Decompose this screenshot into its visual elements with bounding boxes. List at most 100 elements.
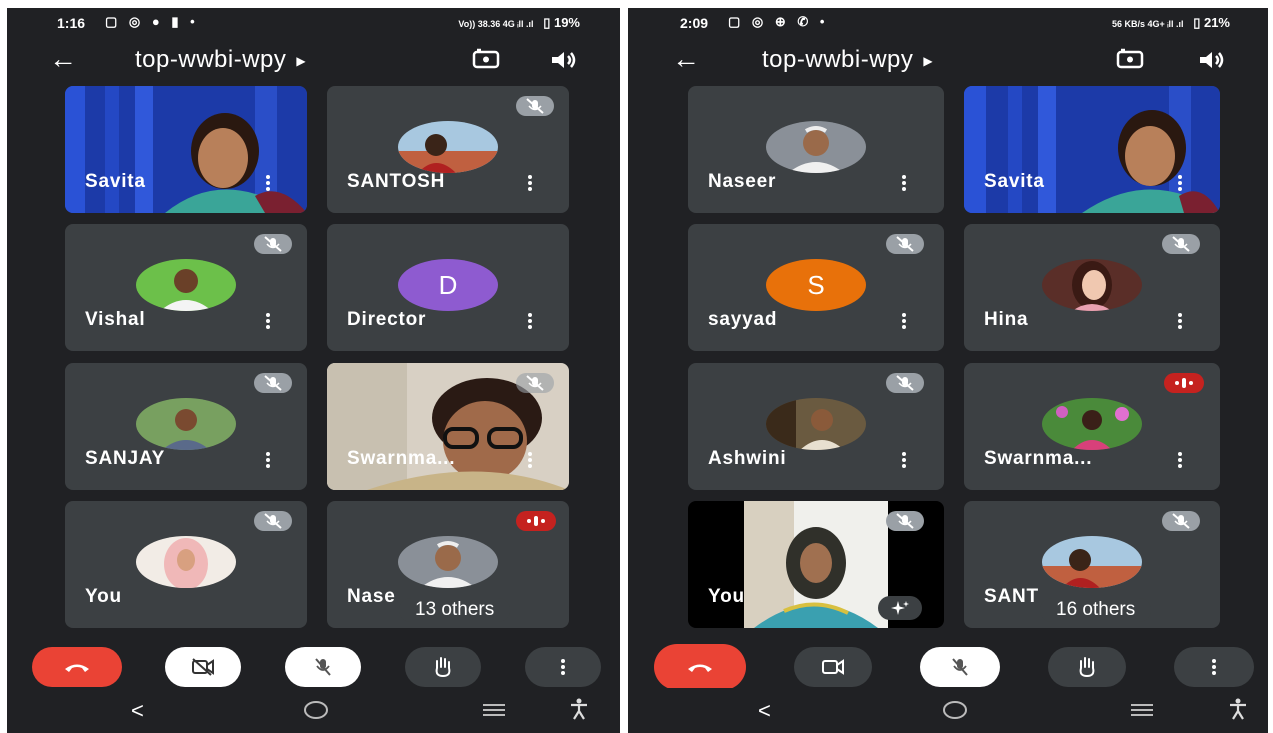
- android-nav-bar: <: [7, 688, 620, 733]
- more-vert-icon[interactable]: [266, 313, 270, 329]
- raise-hand-button[interactable]: [1048, 647, 1126, 687]
- end-call-button[interactable]: [654, 644, 746, 690]
- camera-switch-icon[interactable]: [471, 48, 501, 70]
- caret-right-icon: ▶: [923, 53, 934, 68]
- participant-name: You: [85, 586, 122, 607]
- camera-switch-icon[interactable]: [1115, 48, 1145, 70]
- participant-tile-naseer[interactable]: Naseer: [688, 86, 944, 213]
- battery-icon: ▯: [543, 15, 551, 30]
- nav-recents-icon[interactable]: [481, 702, 507, 718]
- speaker-icon[interactable]: [1198, 50, 1226, 70]
- participant-tile-sanjay[interactable]: SANJAY: [65, 363, 307, 490]
- more-vert-icon[interactable]: [902, 175, 906, 191]
- avatar: [1042, 536, 1142, 588]
- mic-toggle-button[interactable]: [920, 647, 1000, 687]
- mic-off-icon: [886, 373, 924, 393]
- mic-off-icon: [254, 234, 292, 254]
- participant-tile-you[interactable]: You: [688, 501, 944, 628]
- participant-tile-sayyad[interactable]: S sayyad: [688, 224, 944, 351]
- meeting-title-text: top-wwbi-wpy: [762, 46, 914, 73]
- meeting-title[interactable]: top-wwbi-wpy ▶: [762, 46, 933, 74]
- participant-name: Ashwini: [708, 448, 787, 469]
- more-vert-icon: [1212, 659, 1216, 675]
- participant-tile-swarnma[interactable]: Swarnma...: [964, 363, 1220, 490]
- avatar: [136, 398, 236, 450]
- mic-off-icon: [1162, 234, 1200, 254]
- nav-home-icon[interactable]: [942, 700, 968, 720]
- more-vert-icon[interactable]: [902, 313, 906, 329]
- participant-tile-savita[interactable]: Savita: [964, 86, 1220, 213]
- video-feed-savita: [964, 86, 1220, 213]
- mic-off-icon: [516, 96, 554, 116]
- meeting-title-text: top-wwbi-wpy: [135, 46, 287, 73]
- meeting-header: ← top-wwbi-wpy ▶: [7, 44, 620, 80]
- participant-name: SANTOSH: [347, 171, 446, 192]
- more-vert-icon[interactable]: [1178, 313, 1182, 329]
- mic-toggle-button[interactable]: [285, 647, 361, 687]
- mic-off-icon: [886, 234, 924, 254]
- more-options-button[interactable]: [1174, 647, 1254, 687]
- participant-tile-ashwini[interactable]: Ashwini: [688, 363, 944, 490]
- participant-tile-vishal[interactable]: Vishal: [65, 224, 307, 351]
- camera-off-icon: [192, 658, 214, 676]
- status-bar: 1:16 ▢ ◎ ● ▮ • Vo)) 38.36 4G ᵢll .ıl ▯ 1…: [7, 8, 620, 36]
- back-arrow-icon[interactable]: ←: [672, 44, 700, 74]
- meeting-title[interactable]: top-wwbi-wpy ▶: [135, 46, 306, 74]
- participant-tile-santosh[interactable]: SANTOSH: [327, 86, 569, 213]
- more-vert-icon[interactable]: [1178, 175, 1182, 191]
- more-vert-icon[interactable]: [528, 313, 532, 329]
- nav-home-icon[interactable]: [303, 700, 329, 720]
- status-time: 2:09: [680, 15, 709, 31]
- more-vert-icon[interactable]: [528, 452, 532, 468]
- nav-recents-icon[interactable]: [1129, 702, 1155, 718]
- battery-icon: ▯: [1193, 15, 1201, 30]
- more-vert-icon[interactable]: [266, 175, 270, 191]
- mic-off-icon: [516, 373, 554, 393]
- participant-name: SANJAY: [85, 448, 166, 469]
- participant-tile-director[interactable]: D Director: [327, 224, 569, 351]
- participant-tile-santosh[interactable]: SANT 16 others: [964, 501, 1220, 628]
- participant-tile-hina[interactable]: Hina: [964, 224, 1220, 351]
- speaking-indicator-icon: [516, 511, 556, 531]
- participant-tile-savita[interactable]: Savita: [65, 86, 307, 213]
- back-arrow-icon[interactable]: ←: [49, 44, 77, 74]
- status-right: Vo)) 38.36 4G ᵢll .ıl ▯ 19%: [458, 15, 580, 31]
- others-chip[interactable]: 16 others: [1040, 598, 1152, 622]
- effects-button[interactable]: [878, 596, 922, 620]
- avatar: [398, 536, 498, 588]
- battery-level: 19%: [553, 15, 580, 30]
- avatar: [136, 259, 236, 311]
- accessibility-icon[interactable]: [570, 698, 588, 720]
- speaker-icon[interactable]: [550, 50, 578, 70]
- avatar: [1042, 259, 1142, 311]
- participant-tile-you[interactable]: You: [65, 501, 307, 628]
- more-vert-icon[interactable]: [528, 175, 532, 191]
- participant-name: SANT: [984, 586, 1039, 607]
- mic-off-icon: [254, 511, 292, 531]
- participant-name: Nase: [347, 586, 396, 607]
- participant-name: sayyad: [708, 309, 778, 330]
- participant-name: Naseer: [708, 171, 777, 192]
- end-call-button[interactable]: [32, 647, 122, 687]
- avatar: [398, 121, 498, 173]
- others-chip[interactable]: 13 others: [399, 598, 511, 622]
- participant-tile-naseer[interactable]: Nase 13 others: [327, 501, 569, 628]
- camera-off-button[interactable]: [165, 647, 241, 687]
- more-vert-icon[interactable]: [1178, 452, 1182, 468]
- camera-button[interactable]: [794, 647, 872, 687]
- accessibility-icon[interactable]: [1229, 698, 1247, 720]
- more-vert-icon[interactable]: [266, 452, 270, 468]
- mic-off-icon: [886, 511, 924, 531]
- notification-icons: ▢ ◎ ● ▮ •: [105, 14, 199, 29]
- caret-right-icon: ▶: [296, 53, 307, 68]
- more-vert-icon[interactable]: [902, 452, 906, 468]
- avatar: [136, 536, 236, 588]
- more-options-button[interactable]: [525, 647, 601, 687]
- raise-hand-button[interactable]: [405, 647, 481, 687]
- avatar: [766, 398, 866, 450]
- participant-tile-swarnma[interactable]: Swarnma...: [327, 363, 569, 490]
- self-video-feed: [744, 501, 888, 628]
- nav-back-icon[interactable]: <: [131, 698, 144, 724]
- nav-back-icon[interactable]: <: [758, 698, 771, 724]
- meeting-header: ← top-wwbi-wpy ▶: [628, 44, 1268, 80]
